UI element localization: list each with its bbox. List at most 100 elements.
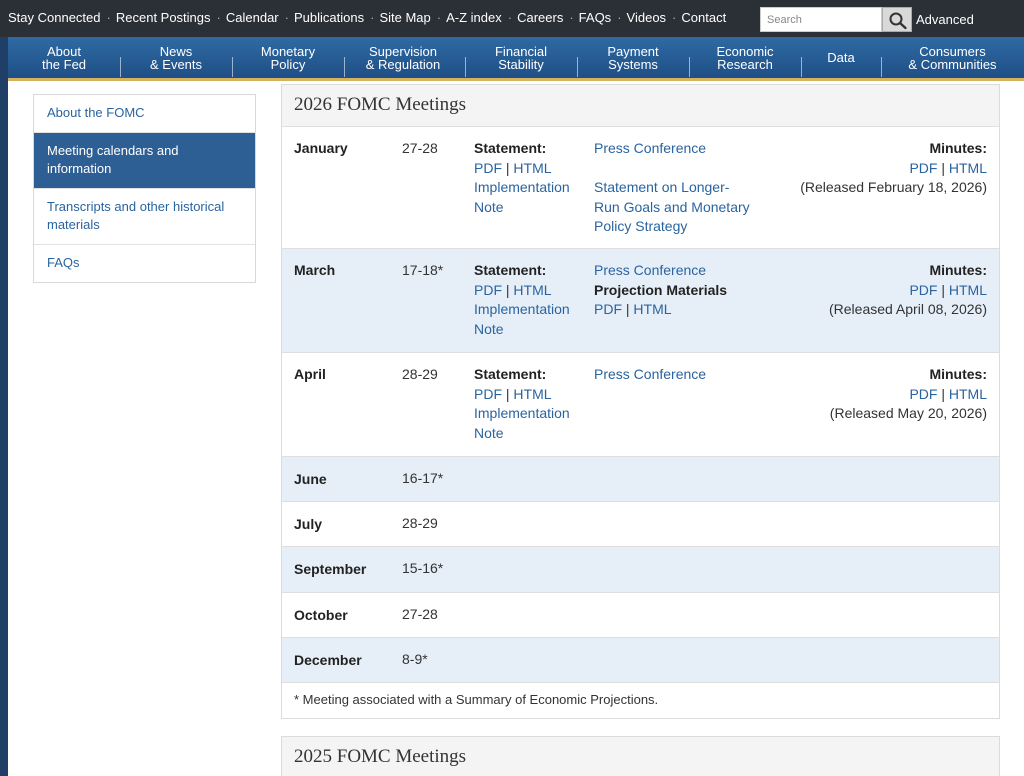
statement-label: Statement:: [474, 366, 547, 382]
minutes-html-link[interactable]: HTML: [949, 160, 987, 176]
nav-payment-systems[interactable]: Payment Systems: [577, 37, 689, 78]
utility-link-videos[interactable]: Videos: [627, 10, 667, 25]
statement-html-link[interactable]: HTML: [513, 386, 551, 402]
meeting-dates: 27-28: [402, 606, 438, 622]
meeting-row-march: March 17-18* Statement: PDF | HTML Imple…: [282, 249, 999, 353]
sidebar-item-about-the-fomc[interactable]: About the FOMC: [34, 95, 255, 133]
meeting-month: December: [294, 652, 362, 668]
statement-links: PDF | HTML: [474, 159, 584, 179]
implementation-note-link[interactable]: Implementation Note: [474, 178, 584, 217]
nav-monetary-policy[interactable]: Monetary Policy: [232, 37, 344, 78]
statement-pdf-link[interactable]: PDF: [474, 160, 502, 176]
minutes-html-link[interactable]: HTML: [949, 386, 987, 402]
sidebar-item-transcripts[interactable]: Transcripts and other historical materia…: [34, 189, 255, 245]
page-left-edge: [0, 0, 8, 776]
utility-bar: Stay Connected · Recent Postings · Calendar ·…: [0, 0, 1024, 37]
utility-separator: ·: [507, 10, 513, 25]
minutes-links: PDF | HTML: [829, 281, 987, 301]
nav-consumers-communities[interactable]: Consumers & Communities: [881, 37, 1024, 78]
utility-links: Stay Connected · Recent Postings · Calendar ·…: [8, 10, 726, 25]
link-separator: |: [505, 159, 510, 176]
meeting-row-january: January 27-28 Statement: PDF | HTML Impl…: [282, 127, 999, 249]
press-block: Press Conference: [594, 365, 764, 385]
projection-pdf-link[interactable]: PDF: [594, 301, 622, 317]
sidebar-menu: About the FOMC Meeting calendars and inf…: [33, 94, 256, 283]
meeting-row-october: October 27-28: [282, 593, 999, 638]
sidebar-item-meeting-calendars[interactable]: Meeting calendars and information: [34, 133, 255, 189]
meeting-month: March: [294, 262, 336, 278]
utility-link-publications[interactable]: Publications: [294, 10, 364, 25]
meetings-2025-panel: 2025 FOMC Meetings: [281, 736, 1000, 776]
longer-run-goals-link[interactable]: Statement on Longer- Run Goals and Moneta…: [594, 178, 764, 237]
meeting-dates: 28-29: [402, 515, 438, 531]
utility-separator: ·: [617, 10, 622, 25]
projection-links: PDF | HTML: [594, 300, 764, 320]
minutes-release-date: (Released May 20, 2026): [829, 405, 987, 421]
utility-link-calendar[interactable]: Calendar: [226, 10, 279, 25]
nav-supervision-regulation[interactable]: Supervision & Regulation: [344, 37, 462, 78]
search-button[interactable]: [882, 7, 912, 32]
nav-label: Monetary Policy: [260, 43, 316, 72]
statement-block: Statement: PDF | HTML Implementation Note: [474, 261, 584, 339]
utility-link-a-z-index[interactable]: A-Z index: [446, 10, 502, 25]
meeting-dates: 28-29: [402, 366, 438, 382]
minutes-html-link[interactable]: HTML: [949, 282, 987, 298]
press-conference-link[interactable]: Press Conference: [594, 139, 764, 159]
implementation-note-link[interactable]: Implementation Note: [474, 404, 584, 443]
link-separator: |: [941, 159, 945, 176]
minutes-links: PDF | HTML: [800, 159, 987, 179]
projection-html-link[interactable]: HTML: [633, 301, 671, 317]
nav-label: Supervision & Regulation: [365, 43, 441, 72]
meeting-month: April: [294, 366, 326, 382]
link-separator: |: [941, 385, 945, 402]
statement-html-link[interactable]: HTML: [513, 282, 551, 298]
utility-link-faqs[interactable]: FAQs: [579, 10, 612, 25]
utility-link-stay-connected[interactable]: Stay Connected: [8, 10, 101, 25]
utility-link-careers[interactable]: Careers: [517, 10, 563, 25]
statement-block: Statement: PDF | HTML Implementation Note: [474, 365, 584, 443]
press-conference-link[interactable]: Press Conference: [594, 365, 764, 385]
projection-materials-label: Projection Materials: [594, 281, 728, 298]
nav-news-events[interactable]: News & Events: [120, 37, 232, 78]
meeting-row-december: December 8-9*: [282, 638, 999, 683]
advanced-search-link[interactable]: Advanced: [916, 12, 974, 27]
statement-pdf-link[interactable]: PDF: [474, 282, 502, 298]
nav-financial-stability[interactable]: Financial Stability: [465, 37, 577, 78]
minutes-links: PDF | HTML: [830, 385, 987, 405]
utility-link-recent-postings[interactable]: Recent Postings: [116, 10, 211, 25]
meeting-month: September: [294, 561, 367, 577]
press-conference-link[interactable]: Press Conference: [594, 261, 764, 281]
search-input[interactable]: [760, 7, 882, 32]
utility-separator: ·: [106, 10, 111, 25]
sidebar-item-faqs[interactable]: FAQs: [34, 245, 255, 282]
nav-data[interactable]: Data: [801, 37, 881, 78]
utility-link-site-map[interactable]: Site Map: [379, 10, 430, 25]
minutes-release-date: (Released April 08, 2026): [829, 301, 987, 317]
note-label: Note: [474, 198, 504, 215]
minutes-label: Minutes:: [929, 366, 987, 382]
nav-label: Consumers & Communities: [908, 43, 997, 72]
meeting-month: October: [294, 607, 348, 623]
minutes-block: Minutes: PDF | HTML (Released April 08, …: [829, 261, 987, 320]
statement-block: Statement: PDF | HTML Implementation Note: [474, 139, 584, 217]
link-separator: |: [505, 281, 510, 298]
minutes-pdf-link[interactable]: PDF: [909, 160, 937, 176]
nav-economic-research[interactable]: Economic Research: [689, 37, 801, 78]
longer-run-line-1: Statement on Longer-: [594, 179, 730, 195]
nav-about-the-fed[interactable]: About the Fed: [8, 37, 120, 78]
meeting-dates: 15-16*: [402, 560, 444, 576]
statement-pdf-link[interactable]: PDF: [474, 386, 502, 402]
nav-label: Economic Research: [716, 43, 774, 72]
meeting-dates: 16-17*: [402, 470, 444, 486]
implementation-note-link[interactable]: Implementation Note: [474, 300, 584, 339]
statement-html-link[interactable]: HTML: [513, 160, 551, 176]
utility-separator: ·: [436, 10, 442, 25]
statement-links: PDF | HTML: [474, 281, 584, 301]
minutes-pdf-link[interactable]: PDF: [909, 282, 937, 298]
implementation-label: Implementation: [474, 301, 570, 317]
utility-separator: ·: [672, 10, 677, 25]
statement-label: Statement:: [474, 262, 547, 278]
utility-link-contact[interactable]: Contact: [681, 10, 726, 25]
utility-separator: ·: [370, 10, 375, 25]
minutes-pdf-link[interactable]: PDF: [909, 386, 937, 402]
